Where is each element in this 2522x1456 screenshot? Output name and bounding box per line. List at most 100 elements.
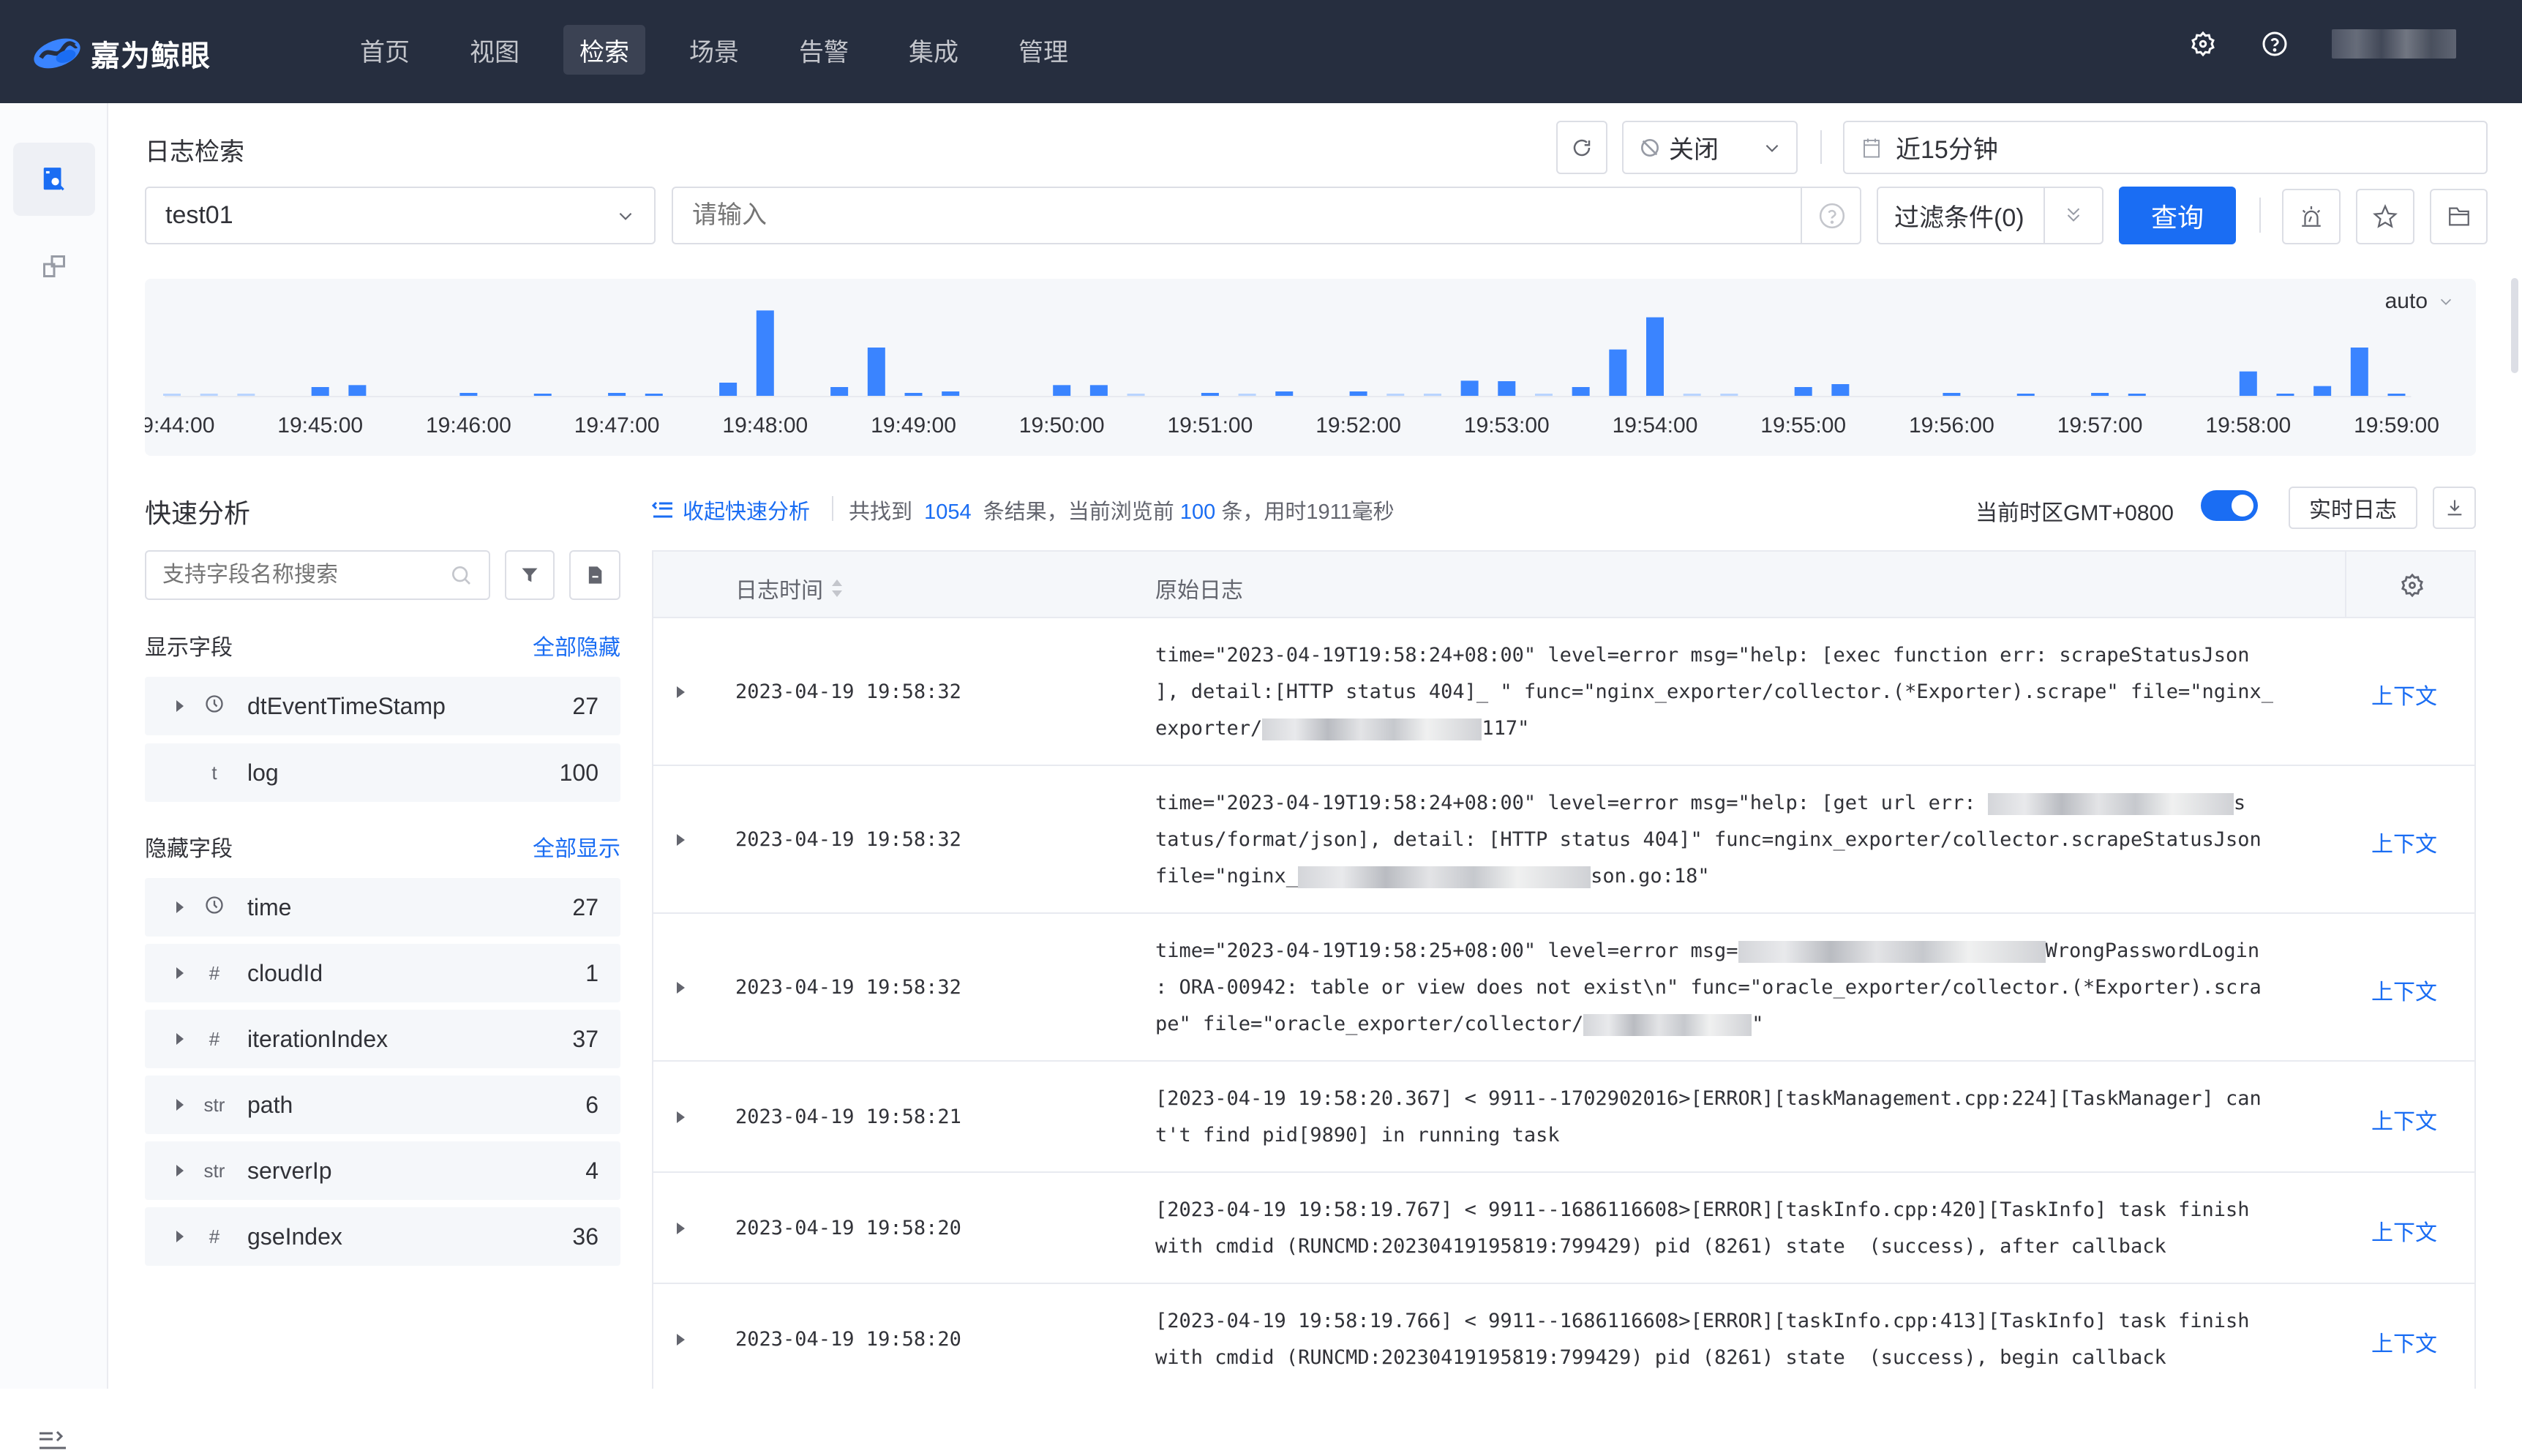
histogram-bar[interactable]: [1572, 387, 1590, 396]
expand-row-icon[interactable]: [677, 1334, 685, 1346]
table-row[interactable]: 2023-04-19 19:58:32 time="2023-04-19T19:…: [653, 618, 2474, 766]
context-link[interactable]: 上下文: [2371, 974, 2437, 1006]
table-row[interactable]: 2023-04-19 19:58:32 time="2023-04-19T19:…: [653, 914, 2474, 1062]
histogram-bar[interactable]: [942, 391, 960, 396]
histogram-bar[interactable]: [2350, 348, 2368, 396]
histogram-bar[interactable]: [1683, 394, 1701, 396]
histogram-bar[interactable]: [1831, 384, 1850, 396]
histogram-bar[interactable]: [237, 394, 255, 396]
histogram-bar[interactable]: [200, 394, 218, 396]
histogram-bar[interactable]: [1609, 349, 1627, 396]
histogram-bar[interactable]: [311, 387, 329, 396]
nav-alert[interactable]: 告警: [783, 25, 865, 75]
caret-right-icon[interactable]: [176, 1231, 184, 1242]
field-row-log[interactable]: t log 100: [145, 743, 620, 802]
histogram-bar[interactable]: [163, 394, 181, 396]
page-scrollbar[interactable]: [2511, 278, 2518, 373]
field-row-gseIndex[interactable]: # gseIndex 36: [145, 1207, 620, 1266]
hide-all-link[interactable]: 全部隐藏: [533, 629, 620, 661]
caret-right-icon[interactable]: [176, 1099, 184, 1111]
histogram-bar[interactable]: [1089, 385, 1108, 396]
histogram-bar[interactable]: [2276, 394, 2294, 396]
histogram-bar[interactable]: [1238, 394, 1256, 396]
table-row[interactable]: 2023-04-19 19:58:20 [2023-04-19 19:58:19…: [653, 1173, 2474, 1284]
histogram-bar[interactable]: [1943, 393, 1961, 396]
context-link[interactable]: 上下文: [2371, 826, 2437, 858]
histogram-bar[interactable]: [2128, 394, 2146, 396]
field-row-serverIp[interactable]: str serverIp 4: [145, 1141, 620, 1200]
histogram-bar[interactable]: [1349, 391, 1367, 396]
table-row[interactable]: 2023-04-19 19:58:20 [2023-04-19 19:58:19…: [653, 1284, 2474, 1389]
expand-menu-icon[interactable]: [38, 1429, 67, 1456]
context-link[interactable]: 上下文: [2371, 678, 2437, 710]
histogram-bar[interactable]: [608, 393, 626, 396]
caret-right-icon[interactable]: [176, 901, 184, 913]
histogram-bar[interactable]: [1460, 380, 1479, 396]
histogram-bar[interactable]: [904, 393, 923, 396]
field-filter-button[interactable]: [505, 550, 555, 600]
field-search-input[interactable]: [162, 563, 433, 588]
expand-row-icon[interactable]: [677, 1223, 685, 1234]
index-set-select[interactable]: test01: [145, 187, 656, 244]
caret-right-icon[interactable]: [176, 1033, 184, 1045]
histogram-bar[interactable]: [1794, 387, 1812, 396]
refresh-button[interactable]: [1556, 121, 1607, 174]
histogram-bar[interactable]: [1423, 394, 1441, 396]
interval-select[interactable]: auto: [2385, 289, 2454, 314]
histogram-bar[interactable]: [1534, 394, 1553, 396]
collapse-quick-analysis-link[interactable]: 收起快速分析: [652, 495, 810, 525]
field-row-path[interactable]: str path 6: [145, 1076, 620, 1134]
filter-conditions-select[interactable]: 过滤条件(0): [1877, 187, 2103, 244]
caret-right-icon[interactable]: [176, 1165, 184, 1177]
search-icon[interactable]: [449, 563, 473, 587]
histogram-bar[interactable]: [2091, 393, 2109, 396]
histogram-bar[interactable]: [1720, 394, 1738, 396]
histogram-bar[interactable]: [719, 383, 738, 396]
histogram-bar[interactable]: [645, 394, 663, 396]
histogram-bar[interactable]: [1386, 394, 1405, 396]
nav-integration[interactable]: 集成: [893, 25, 975, 75]
expand-row-icon[interactable]: [677, 1111, 685, 1123]
realtime-log-button[interactable]: 实时日志: [2289, 487, 2417, 529]
query-button[interactable]: 查询: [2119, 187, 2236, 244]
nav-admin[interactable]: 管理: [1002, 25, 1084, 75]
timezone-toggle[interactable]: [2201, 490, 2258, 521]
gear-icon[interactable]: [2188, 29, 2218, 59]
histogram-bar[interactable]: [1127, 394, 1145, 396]
alarm-button[interactable]: [2282, 189, 2341, 244]
field-document-button[interactable]: [569, 550, 620, 600]
histogram-bar[interactable]: [756, 310, 774, 396]
histogram-bar[interactable]: [459, 393, 478, 396]
time-range-picker[interactable]: 近15分钟: [1843, 121, 2488, 174]
field-row-iterationIndex[interactable]: # iterationIndex 37: [145, 1010, 620, 1068]
user-menu[interactable]: [2332, 29, 2456, 59]
nav-home[interactable]: 首页: [344, 25, 426, 75]
histogram-bar[interactable]: [1053, 385, 1071, 396]
histogram-bar[interactable]: [348, 385, 367, 396]
download-button[interactable]: [2433, 487, 2476, 529]
histogram-bar[interactable]: [1498, 381, 1516, 396]
field-row-cloudId[interactable]: # cloudId 1: [145, 944, 620, 1002]
histogram-bar[interactable]: [2239, 371, 2257, 396]
query-input[interactable]: [673, 188, 1800, 243]
histogram-bar[interactable]: [867, 348, 885, 396]
histogram-bar[interactable]: [1646, 317, 1664, 396]
rail-module[interactable]: [13, 230, 95, 303]
query-help-icon[interactable]: [1818, 202, 1846, 233]
histogram-bar[interactable]: [2313, 386, 2332, 396]
caret-right-icon[interactable]: [176, 700, 184, 712]
histogram-bar[interactable]: [2016, 394, 2035, 396]
histogram-bar[interactable]: [830, 387, 849, 396]
table-row[interactable]: 2023-04-19 19:58:21 [2023-04-19 19:58:20…: [653, 1062, 2474, 1173]
context-link[interactable]: 上下文: [2371, 1215, 2437, 1247]
caret-right-icon[interactable]: [176, 967, 184, 979]
table-row[interactable]: 2023-04-19 19:58:32 time="2023-04-19T19:…: [653, 766, 2474, 914]
histogram-bar[interactable]: [2387, 394, 2406, 396]
context-link[interactable]: 上下文: [2371, 1103, 2437, 1136]
expand-row-icon[interactable]: [677, 982, 685, 994]
nav-search[interactable]: 检索: [563, 25, 645, 75]
favorite-button[interactable]: [2356, 189, 2414, 244]
column-header-time[interactable]: 日志时间: [735, 572, 844, 604]
nav-scene[interactable]: 场景: [673, 25, 755, 75]
field-row-dtEventTimeStamp[interactable]: dtEventTimeStamp 27: [145, 677, 620, 735]
